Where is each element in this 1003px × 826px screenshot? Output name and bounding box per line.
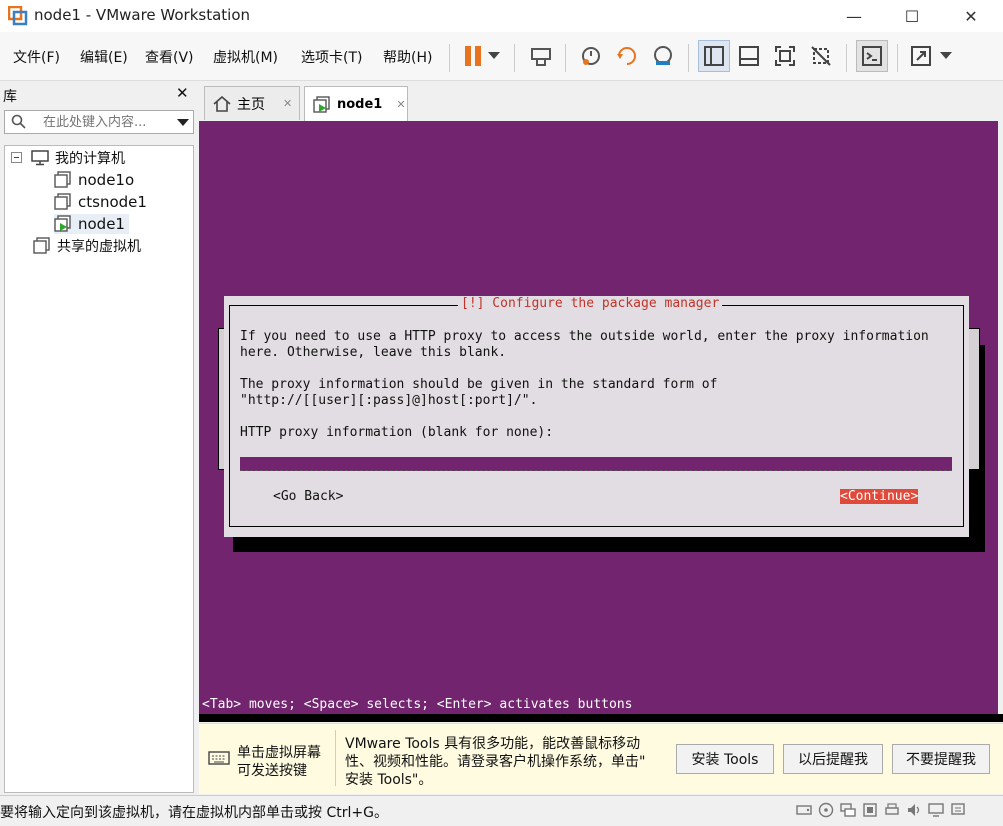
search-dropdown-icon[interactable] <box>177 119 189 127</box>
menu-vm[interactable]: 虚拟机(M) <box>213 47 278 67</box>
menu-view[interactable]: 查看(V) <box>145 47 194 67</box>
library-title: 库 <box>3 89 17 105</box>
infobar-message-line2: 性、视频和性能。请登录客户机操作系统，单击" <box>345 754 646 770</box>
tab-close-button[interactable]: ✕ <box>283 97 292 110</box>
display-icon[interactable] <box>928 802 944 818</box>
library-close-button[interactable]: ✕ <box>176 84 189 102</box>
toolbar-separator <box>449 44 450 72</box>
usb-icon[interactable] <box>862 802 878 818</box>
tree-item-node1[interactable]: node1 <box>54 214 129 234</box>
keyboard-hint: <Tab> moves; <Space> selects; <Enter> ac… <box>202 697 633 712</box>
tab-node1[interactable]: node1 ✕ <box>304 86 408 122</box>
vm-running-icon <box>54 215 71 232</box>
toolbar-separator <box>897 44 898 72</box>
menu-tabs[interactable]: 选项卡(T) <box>301 47 362 67</box>
toolbar-separator <box>846 44 847 72</box>
tab-home[interactable]: 主页 ✕ <box>204 86 300 120</box>
vm-screen-edge <box>998 121 1003 717</box>
full-screen-icon[interactable] <box>770 41 800 71</box>
tab-close-button[interactable]: ✕ <box>396 98 405 111</box>
proxy-input-field[interactable] <box>240 457 952 471</box>
infobar-message-line3: 安装 Tools"。 <box>345 772 433 788</box>
power-dropdown-icon[interactable] <box>484 41 504 71</box>
proxy-prompt-label: HTTP proxy information (blank for none): <box>240 425 554 440</box>
tree-item-label: ctsnode1 <box>78 193 147 211</box>
menu-edit[interactable]: 编辑(E) <box>80 47 128 67</box>
snapshot-manager-icon[interactable] <box>648 41 678 71</box>
status-text: 要将输入定向到该虚拟机，请在虚拟机内部单击或按 Ctrl+G。 <box>0 805 388 821</box>
messages-icon[interactable] <box>950 802 966 818</box>
infobar-message-line1: VMware Tools 具有很多功能，能改善鼠标移动 <box>345 736 641 752</box>
infobar-hint-line2: 可发送按键 <box>237 763 307 779</box>
minimize-button[interactable]: — <box>831 0 877 32</box>
remind-later-button[interactable]: 以后提醒我 <box>783 744 883 774</box>
keyboard-icon <box>208 750 230 770</box>
device-status-icons <box>796 802 996 820</box>
printer-icon[interactable] <box>884 802 900 818</box>
maximize-button[interactable]: ☐ <box>889 0 935 32</box>
tree-item-node1o[interactable]: node1o <box>54 170 134 190</box>
tree-item-ctsnode1[interactable]: ctsnode1 <box>54 192 147 212</box>
menu-help[interactable]: 帮助(H) <box>383 47 432 67</box>
go-back-button[interactable]: <Go Back> <box>273 489 343 504</box>
revert-snapshot-icon[interactable] <box>612 41 642 71</box>
vm-screen-bottom-edge <box>199 714 1003 722</box>
vm-icon <box>54 171 71 188</box>
toolbar-separator <box>514 44 515 72</box>
vm-icon <box>54 193 71 210</box>
dialog-text-line: The proxy information should be given in… <box>240 377 718 392</box>
dialog-text-line: here. Otherwise, leave this blank. <box>240 345 507 360</box>
send-ctrl-alt-del-icon[interactable] <box>526 41 556 71</box>
input-underline <box>240 470 952 471</box>
never-remind-button[interactable]: 不要提醒我 <box>892 744 990 774</box>
sound-icon[interactable] <box>906 802 922 818</box>
infobar-divider <box>335 730 336 786</box>
snapshot-icon[interactable] <box>576 41 606 71</box>
network-adapter-icon[interactable] <box>840 802 856 818</box>
tree-root-my-computer[interactable]: 我的计算机 <box>11 148 125 168</box>
tree-item-shared-vms[interactable]: 共享的虚拟机 <box>33 236 141 256</box>
shared-vm-icon <box>33 237 50 254</box>
continue-button[interactable]: <Continue> <box>840 489 919 504</box>
tree-item-label: node1 <box>78 215 125 233</box>
close-window-button[interactable]: ✕ <box>948 0 994 32</box>
search-icon <box>11 114 26 129</box>
install-tools-button[interactable]: 安装 Tools <box>676 744 774 774</box>
library-search-box[interactable] <box>4 110 194 134</box>
console-view-icon[interactable] <box>856 40 888 72</box>
cd-rom-icon[interactable] <box>818 802 834 818</box>
tab-label: node1 <box>337 97 383 112</box>
vmware-logo-icon <box>7 5 28 26</box>
infobar-hint-line1: 单击虚拟屏幕 <box>237 745 321 761</box>
toolbar-separator <box>688 44 689 72</box>
dialog-text-line: If you need to use a HTTP proxy to acces… <box>240 329 929 344</box>
thumbnail-bar-icon[interactable] <box>734 41 764 71</box>
tree-item-label: node1o <box>78 171 135 189</box>
window-title: node1 - VMware Workstation <box>34 6 251 24</box>
toolbar-separator <box>565 44 566 72</box>
menu-file[interactable]: 文件(F) <box>13 47 60 67</box>
dialog-text-line: "http://[[user][:pass]@]host[:port]/". <box>240 393 538 408</box>
computer-icon <box>31 150 49 166</box>
home-icon <box>213 95 231 112</box>
stretch-guest-icon[interactable] <box>906 41 936 71</box>
hard-disk-icon[interactable] <box>796 802 812 818</box>
unity-icon[interactable] <box>806 41 836 71</box>
collapse-icon[interactable] <box>11 152 23 164</box>
dialog-title: [!] Configure the package manager <box>458 296 723 311</box>
stretch-dropdown-icon[interactable] <box>936 41 956 71</box>
tree-root-label: 我的计算机 <box>55 151 125 167</box>
library-search-input[interactable] <box>43 113 171 131</box>
show-library-icon[interactable] <box>698 40 730 72</box>
vm-running-icon <box>313 95 330 113</box>
tree-item-label: 共享的虚拟机 <box>57 239 141 255</box>
tab-label: 主页 <box>237 96 265 113</box>
